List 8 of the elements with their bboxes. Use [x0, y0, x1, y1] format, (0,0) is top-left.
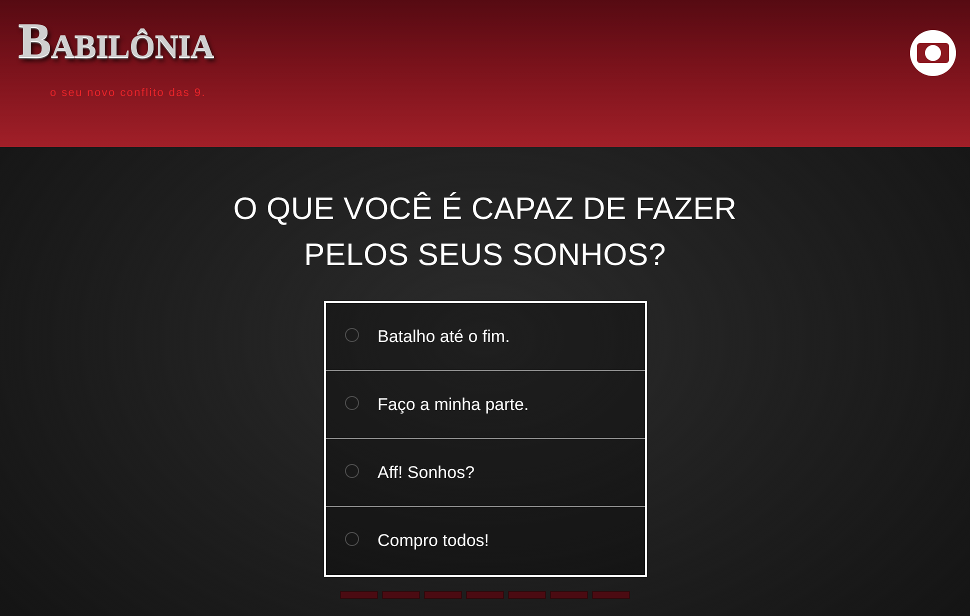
- logo-text: BABILÔNIA: [18, 14, 214, 70]
- answer-option[interactable]: Faço a minha parte.: [326, 371, 644, 439]
- question-heading: O QUE VOCÊ É CAPAZ DE FAZER PELOS SEUS SONHOS?: [232, 190, 738, 274]
- answer-option[interactable]: Compro todos!: [326, 507, 644, 575]
- logo-icon: [910, 30, 956, 76]
- tagline: o seu novo conflito das 9.: [50, 87, 206, 99]
- answer-option[interactable]: Aff! Sonhos?: [326, 439, 644, 507]
- answer-option[interactable]: Batalho até o fim.: [326, 303, 644, 371]
